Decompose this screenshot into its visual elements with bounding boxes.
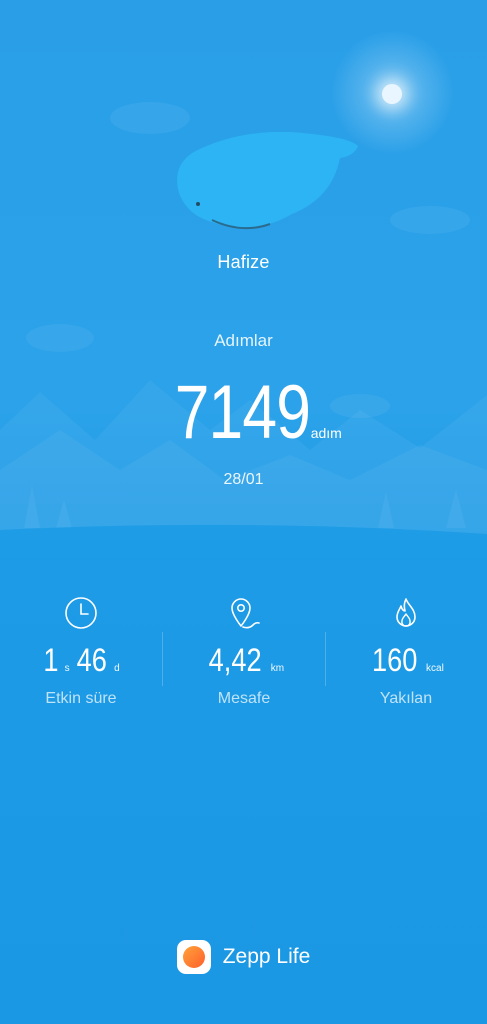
avatar[interactable] [172,128,364,236]
active-time-minutes: 46 [76,642,107,678]
home-screen: Hafize Adımlar 7149 adım 28/01 1 s 46 d … [0,0,487,1024]
distance-label: Mesafe [217,690,271,707]
steps-unit: adım [310,425,342,441]
active-time-hours: 1 [43,642,59,678]
user-name[interactable]: Hafize [0,252,487,273]
distance-stat[interactable]: 4,42 km Mesafe [163,596,325,708]
clock-icon [65,597,97,629]
location-pin-icon [231,598,260,629]
brand-name: Zepp Life [222,945,311,968]
calories-value: 160 [372,642,418,678]
active-time-stat[interactable]: 1 s 46 d Etkin süre [0,596,162,708]
active-time-label: Etkin süre [45,690,117,707]
sun-icon [382,84,402,104]
distance-value: 4,42 [208,642,262,678]
calories-unit: kcal [426,663,444,674]
active-time-minutes-unit: d [114,663,120,674]
steps-count: 7149 [174,370,311,455]
calories-label: Yakılan [379,690,433,707]
active-time-hours-unit: s [64,663,70,674]
zepp-life-logo-icon [176,940,211,974]
steps-display[interactable]: 7149 adım [0,372,487,454]
steps-label: Adımlar [214,331,273,350]
flame-icon [396,598,416,627]
distance-unit: km [270,663,285,674]
activity-stats: 1 s 46 d Etkin süre 4,42 km Mesafe 160 k… [0,596,487,716]
date-label: 28/01 [223,471,264,488]
calories-stat[interactable]: 160 kcal Yakılan [325,596,487,708]
app-brand: Zepp Life [0,940,487,980]
